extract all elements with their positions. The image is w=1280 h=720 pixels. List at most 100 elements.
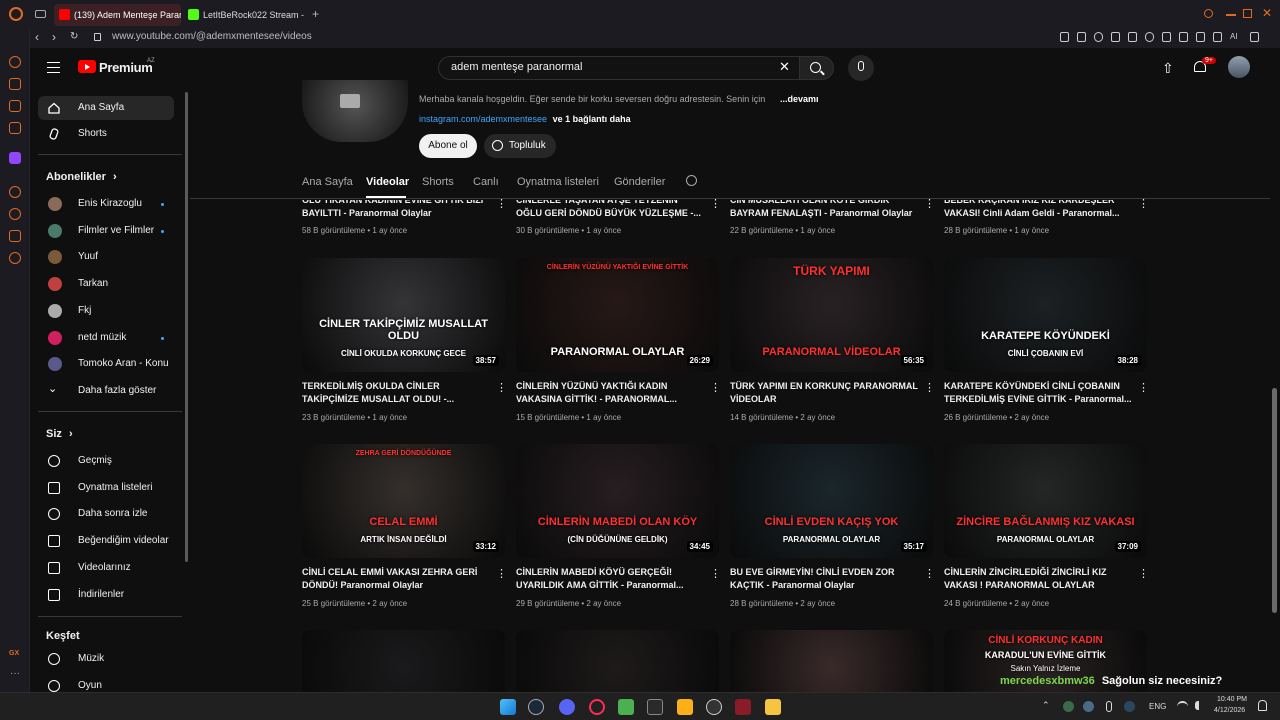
video-thumbnail[interactable]: CİNLER TAKİPÇİMİZ MUSALLAT OLDU CİNLİ OKU…: [302, 258, 505, 372]
file-explorer-icon[interactable]: [765, 699, 781, 715]
video-title[interactable]: CİNLERİN YÜZÜNÜ YAKTIĞI KADIN VAKASINA G…: [516, 380, 706, 406]
video-thumbnail[interactable]: ZEHRA GERİ DÖNDÜĞÜNDE CELAL EMMİ ARTIK İNS…: [302, 444, 505, 558]
extensions-side-icon[interactable]: [9, 230, 21, 242]
tab-shorts[interactable]: Shorts: [422, 176, 454, 188]
sidebar-item-subscription[interactable]: Filmler ve Filmler: [38, 219, 174, 243]
tab-home[interactable]: Ana Sayfa: [302, 176, 353, 188]
tab-videos[interactable]: Videolar: [366, 176, 409, 188]
channel-search-icon[interactable]: [686, 175, 697, 186]
opera-logo-icon[interactable]: [9, 7, 23, 21]
rockstar-icon[interactable]: [677, 699, 693, 715]
menu-icon[interactable]: [47, 62, 60, 73]
video-thumbnail[interactable]: [516, 630, 719, 692]
obs-icon[interactable]: [706, 699, 722, 715]
video-title[interactable]: BU EVE GİRMEYİN! CİNLİ EVDEN ZOR KAÇTIK …: [730, 566, 920, 592]
more-options-icon[interactable]: ⋮: [496, 383, 507, 394]
more-options-icon[interactable]: ⋮: [496, 569, 507, 580]
opera-gx-icon[interactable]: [589, 699, 605, 715]
video-title[interactable]: CİNLERİN ZİNCİRLEDİĞİ ZİNCİRLİ KIZ VAKAS…: [944, 566, 1134, 592]
tab-overview-icon[interactable]: [35, 10, 46, 18]
sidebar-item-music[interactable]: Müzik: [38, 647, 174, 671]
minimize-button[interactable]: [1226, 14, 1236, 16]
discord-icon[interactable]: [559, 699, 575, 715]
clear-search-icon[interactable]: ✕: [779, 59, 790, 75]
sidebar-item-subscription[interactable]: Fkj: [38, 299, 174, 323]
video-thumbnail[interactable]: [730, 630, 933, 692]
sidebar-item-subscription[interactable]: netd müzik: [38, 326, 174, 350]
upload-icon[interactable]: ⇧: [1162, 60, 1174, 77]
tray-mic-icon[interactable]: [1106, 701, 1112, 712]
sidebar-item-playlists[interactable]: Oynatma listeleri: [38, 476, 174, 500]
youtube-logo[interactable]: [78, 60, 96, 73]
sidebar-scrollbar[interactable]: [185, 92, 188, 562]
sidebar-item-subscription[interactable]: Tomoko Aran - Konu: [38, 352, 174, 376]
sidebar-item-subscription[interactable]: Tarkan: [38, 272, 174, 296]
description-more[interactable]: ...devamı: [780, 94, 819, 104]
community-button[interactable]: Topluluk: [484, 134, 556, 158]
tray-chevron-icon[interactable]: ⌃: [1042, 700, 1050, 711]
sidebar-item-shorts[interactable]: Shorts: [38, 122, 174, 146]
more-options-icon[interactable]: ⋮: [924, 569, 935, 580]
search-tabs-icon[interactable]: [1204, 9, 1213, 18]
more-options-icon[interactable]: ⋮: [496, 199, 507, 210]
forward-icon[interactable]: ›: [52, 30, 56, 44]
tab-youtube[interactable]: (139) Adem Menteşe Parar: [54, 4, 181, 26]
sidebar-item-like[interactable]: Beğendiğim videolar: [38, 529, 174, 553]
voice-search-button[interactable]: [848, 55, 874, 81]
channel-avatar[interactable]: [302, 80, 408, 142]
clock-date[interactable]: 4/12/2026: [1214, 707, 1245, 714]
search-input[interactable]: adem menteşe paranormal: [451, 61, 582, 73]
steam-icon[interactable]: [528, 699, 544, 715]
avatar[interactable]: [1228, 56, 1250, 78]
workspace-icon[interactable]: [9, 78, 21, 90]
gx-icon[interactable]: GX: [9, 650, 19, 657]
tray-steam2-icon[interactable]: [1124, 701, 1135, 712]
subscriptions-title[interactable]: Abonelikler ›: [46, 171, 117, 183]
news-icon[interactable]: [9, 122, 21, 134]
more-side-icon[interactable]: ···: [10, 668, 20, 679]
video-title[interactable]: CİNLERİN MABEDİ KÖYÜ GERÇEĞİ! UYARILDIK …: [516, 566, 706, 592]
you-title[interactable]: Siz ›: [46, 428, 73, 440]
sidebar-item-download[interactable]: İndirilenler: [38, 583, 174, 607]
start-icon[interactable]: [500, 699, 516, 715]
reload-icon[interactable]: ↻: [70, 31, 78, 42]
pinboard-icon[interactable]: [9, 100, 21, 112]
sidebar-item-subscription[interactable]: Yuuf: [38, 245, 174, 269]
clock-time[interactable]: 10:40 PM: [1217, 696, 1247, 703]
more-options-icon[interactable]: ⋮: [710, 383, 721, 394]
more-options-icon[interactable]: ⋮: [1138, 383, 1149, 394]
sidebar-item-watch-later[interactable]: Daha sonra izle: [38, 502, 174, 526]
sidebar-item-your-videos[interactable]: Videolarınız: [38, 556, 174, 580]
tab-live[interactable]: Canlı: [473, 176, 499, 188]
channel-link[interactable]: instagram.com/ademxmentesee ve 1 bağlant…: [419, 114, 631, 124]
app-icon[interactable]: [618, 699, 634, 715]
extensions-icons[interactable]: AI: [1060, 32, 1275, 44]
video-title[interactable]: TERKEDİLMİŞ OKULDA CİNLER TAKİPÇİMİZE MU…: [302, 380, 492, 406]
maximize-button[interactable]: [1243, 9, 1252, 18]
more-options-icon[interactable]: ⋮: [1138, 199, 1149, 210]
more-options-icon[interactable]: ⋮: [924, 199, 935, 210]
subscribe-button[interactable]: Abone ol: [419, 134, 477, 158]
player-icon[interactable]: [9, 186, 21, 198]
video-title[interactable]: CİNLİ CELAL EMMİ VAKASI ZEHRA GERİ DÖNDÜ…: [302, 566, 492, 592]
close-window-button[interactable]: ✕: [1262, 6, 1272, 20]
back-icon[interactable]: ‹: [35, 30, 39, 44]
tab-playlists[interactable]: Oynatma listeleri: [517, 176, 599, 188]
tray-steam-icon[interactable]: [1083, 701, 1094, 712]
url-field[interactable]: www.youtube.com/@ademxmentesee/videos: [112, 31, 312, 42]
video-title[interactable]: KARATEPE KÖYÜNDEKİ CİNLİ ÇOBANIN TERKEDİ…: [944, 380, 1134, 406]
video-thumbnail[interactable]: [302, 630, 505, 692]
language-indicator[interactable]: ENG: [1149, 702, 1166, 711]
new-tab-button[interactable]: +: [312, 8, 324, 20]
more-options-icon[interactable]: ⋮: [710, 199, 721, 210]
sidebar-item-home[interactable]: Ana Sayfa: [38, 96, 174, 120]
video-thumbnail[interactable]: CİNLERİN YÜZÜNÜ YAKTIĞI EVİNE GİTTİK PARA…: [516, 258, 719, 372]
aria-icon[interactable]: [9, 56, 21, 68]
dzl-icon[interactable]: [735, 699, 751, 715]
sidebar-item-subscription[interactable]: Enis Kirazoglu: [38, 192, 174, 216]
more-options-icon[interactable]: ⋮: [710, 569, 721, 580]
video-thumbnail[interactable]: TÜRK YAPIMI PARANORMAL VİDEOLAR 56:35: [730, 258, 933, 372]
page-scrollbar[interactable]: [1272, 388, 1277, 613]
tab-posts[interactable]: Gönderiler: [614, 176, 665, 188]
video-thumbnail[interactable]: ZİNCİRE BAĞLANMIŞ KIZ VAKASI PARANORMAL O…: [944, 444, 1147, 558]
